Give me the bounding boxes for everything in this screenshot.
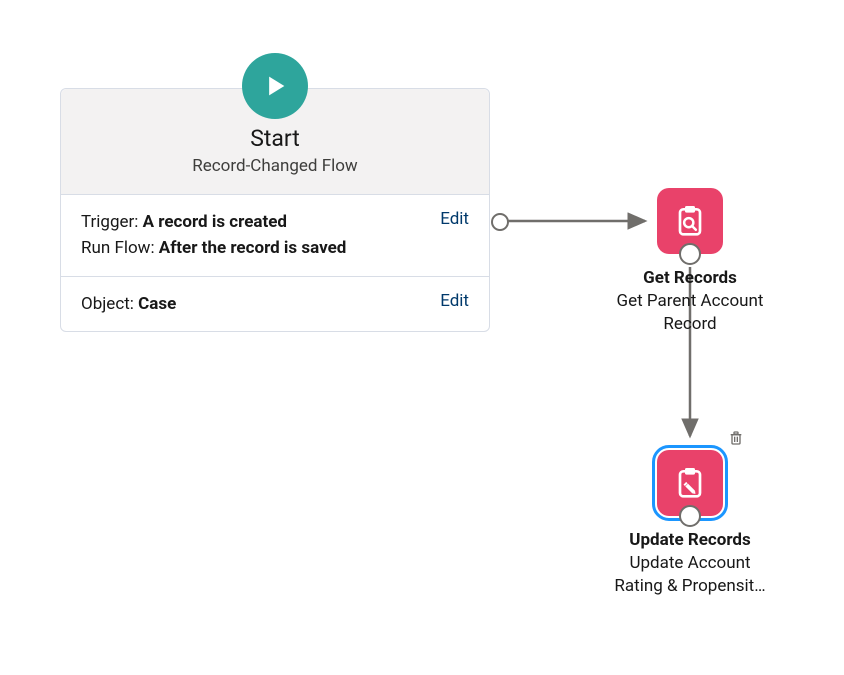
start-title: Start bbox=[77, 125, 473, 152]
get-records-desc-1: Get Parent Account bbox=[598, 290, 782, 313]
clipboard-edit-icon bbox=[670, 463, 710, 503]
start-play-badge bbox=[242, 53, 308, 119]
update-records-output-port[interactable] bbox=[679, 505, 701, 527]
start-output-port[interactable] bbox=[491, 213, 509, 231]
update-records-node[interactable]: Update Records Update Account Rating & P… bbox=[598, 450, 782, 598]
update-records-desc-1: Update Account bbox=[598, 552, 782, 575]
start-card-header: Start Record-Changed Flow bbox=[61, 89, 489, 195]
object-label: Object: bbox=[81, 294, 138, 314]
update-records-node-icon[interactable] bbox=[657, 450, 723, 516]
trigger-value: A record is created bbox=[143, 212, 287, 232]
update-records-desc-2: Rating & Propensit… bbox=[598, 575, 782, 598]
edit-trigger-link[interactable]: Edit bbox=[440, 209, 469, 229]
trigger-label: Trigger: bbox=[81, 212, 143, 232]
play-icon bbox=[261, 72, 289, 100]
trash-icon bbox=[728, 430, 744, 446]
get-records-desc-2: Record bbox=[598, 313, 782, 336]
delete-node-button[interactable] bbox=[728, 430, 744, 446]
get-records-node[interactable]: Get Records Get Parent Account Record bbox=[598, 188, 782, 336]
runflow-value: After the record is saved bbox=[159, 238, 347, 258]
start-trigger-section[interactable]: Edit Trigger: A record is created Run Fl… bbox=[61, 195, 489, 277]
runflow-label: Run Flow: bbox=[81, 238, 159, 258]
object-value: Case bbox=[138, 294, 176, 314]
update-records-title: Update Records bbox=[598, 530, 782, 550]
get-records-title: Get Records bbox=[598, 268, 782, 288]
start-element-card[interactable]: Start Record-Changed Flow Edit Trigger: … bbox=[60, 88, 490, 332]
get-records-node-icon[interactable] bbox=[657, 188, 723, 254]
edit-object-link[interactable]: Edit bbox=[440, 291, 469, 311]
start-subtitle: Record-Changed Flow bbox=[77, 156, 473, 176]
start-object-section[interactable]: Edit Object: Case bbox=[61, 277, 489, 331]
get-records-output-port[interactable] bbox=[679, 243, 701, 265]
clipboard-search-icon bbox=[670, 201, 710, 241]
